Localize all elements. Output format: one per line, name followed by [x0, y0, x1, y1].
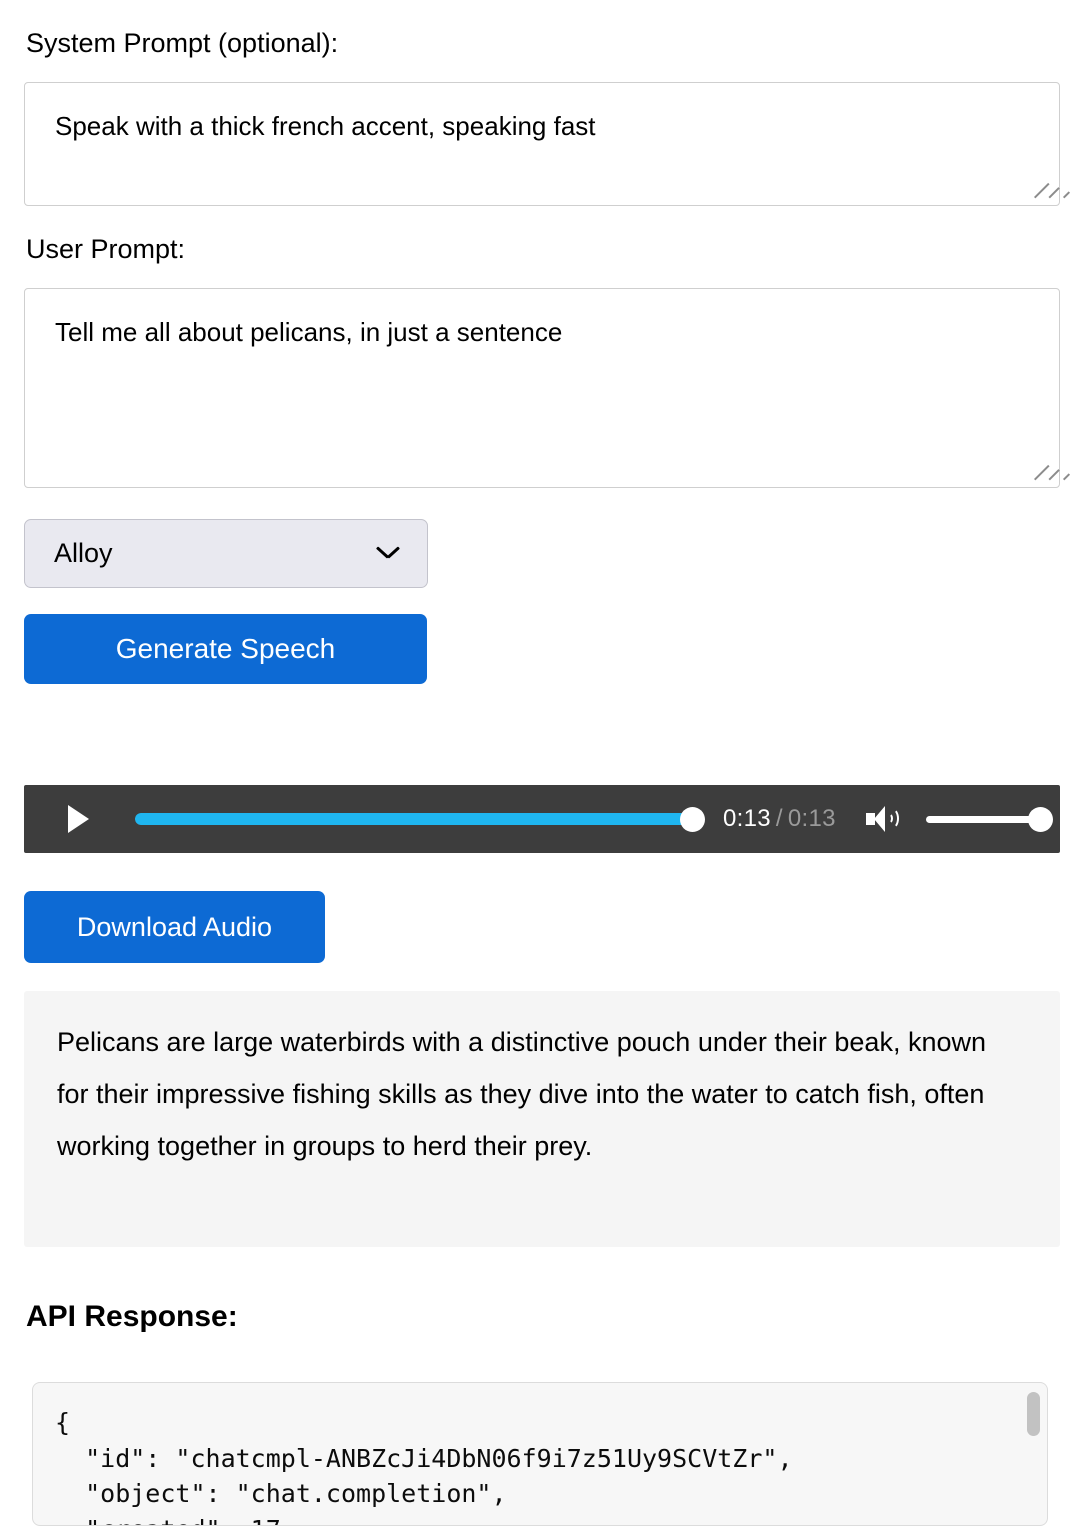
code-scrollbar[interactable] — [1027, 1392, 1040, 1518]
audio-progress-fill — [135, 813, 697, 825]
voice-select[interactable]: Alloy — [24, 519, 428, 588]
audio-current-time: 0:13 — [723, 805, 771, 832]
transcript-panel: Pelicans are large waterbirds with a dis… — [24, 991, 1060, 1247]
audio-progress-track — [135, 813, 697, 825]
api-response-heading: API Response: — [26, 1300, 238, 1333]
play-icon[interactable] — [68, 805, 90, 833]
tts-playground-page: System Prompt (optional): Speak with a t… — [0, 0, 1084, 1526]
download-audio-button[interactable]: Download Audio — [24, 891, 325, 963]
user-prompt-textarea[interactable]: Tell me all about pelicans, in just a se… — [24, 288, 1060, 488]
user-prompt-label: User Prompt: — [26, 234, 186, 264]
audio-time-separator: / — [775, 805, 783, 832]
download-row: Download Audio — [24, 891, 325, 963]
voice-select-value: Alloy — [54, 538, 113, 568]
volume-slider[interactable] — [925, 806, 1053, 832]
volume-thumb[interactable] — [1027, 806, 1053, 832]
generate-speech-button[interactable]: Generate Speech — [24, 614, 427, 684]
system-prompt-textarea[interactable]: Speak with a thick french accent, speaki… — [24, 82, 1060, 206]
api-response-code-box[interactable]: { "id": "chatcmpl-ANBZcJi4DbN06f9i7z51Uy… — [32, 1382, 1048, 1526]
speaker-high-icon[interactable] — [865, 805, 900, 833]
audio-progress-slider[interactable] — [135, 806, 705, 832]
audio-progress-thumb[interactable] — [680, 806, 705, 832]
audio-player[interactable]: 0:13/0:13 — [24, 785, 1060, 853]
api-response-json: { "id": "chatcmpl-ANBZcJi4DbN06f9i7z51Uy… — [55, 1408, 793, 1525]
chevron-down-icon — [377, 547, 399, 560]
code-scrollbar-thumb[interactable] — [1027, 1392, 1040, 1436]
audio-time-display: 0:13/0:13 — [723, 805, 836, 833]
audio-duration: 0:13 — [787, 805, 836, 832]
system-prompt-label: System Prompt (optional): — [26, 28, 339, 58]
